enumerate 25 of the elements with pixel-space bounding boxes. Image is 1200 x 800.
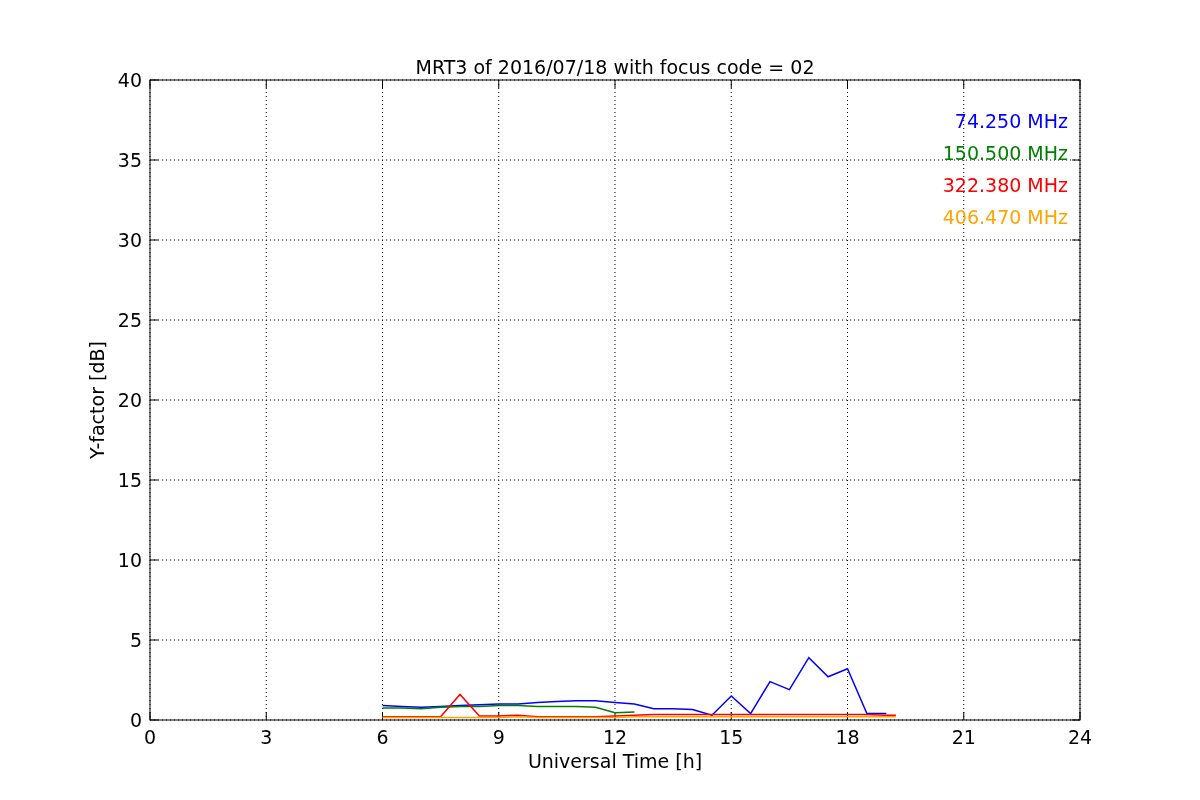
x-tick-label: 24 [1067,726,1093,748]
x-tick-label: 12 [602,726,628,748]
legend-entry: 150.500 MHz [942,142,1068,164]
x-tick-label: 3 [260,726,273,748]
x-tick-label: 21 [951,726,976,748]
y-tick-label: 35 [117,149,142,171]
y-tick-label: 20 [117,389,142,411]
y-axis-label: Y-factor [dB] [86,341,108,459]
x-tick-label: 6 [376,726,389,748]
y-tick-label: 40 [117,69,142,91]
y-tick-label: 5 [129,629,142,651]
y-tick-label: 15 [117,469,142,491]
y-tick-label: 25 [117,309,142,331]
chart-title: MRT3 of 2016/07/18 with focus code = 02 [415,56,815,78]
legend-entry: 322.380 MHz [942,174,1068,196]
y-tick-label: 30 [117,229,142,251]
y-tick-label: 10 [117,549,142,571]
legend-entry: 406.470 MHz [942,206,1068,228]
y-tick-label: 0 [129,709,142,731]
x-axis-label: Universal Time [h] [527,750,703,772]
legend-entry: 74.250 MHz [954,110,1068,132]
x-tick-label: 18 [835,726,860,748]
x-tick-label: 0 [143,726,157,748]
x-tick-label: 9 [492,726,505,748]
x-tick-label: 15 [719,726,744,748]
